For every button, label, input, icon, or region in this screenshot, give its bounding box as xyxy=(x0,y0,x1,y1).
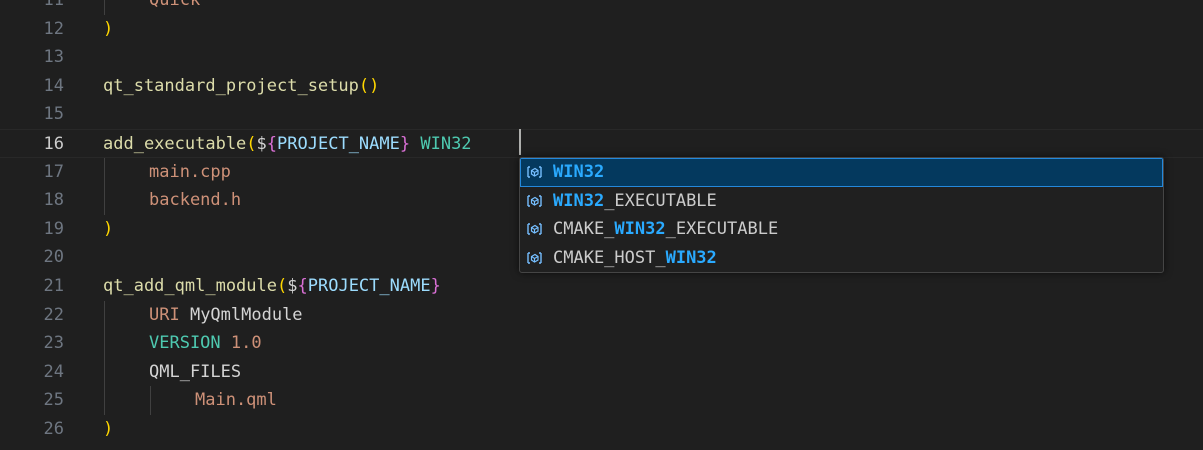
code-token: Quick xyxy=(149,0,201,10)
code-token: ) xyxy=(103,218,114,239)
code-line[interactable]: 25 Main.qml xyxy=(0,386,1203,415)
variable-icon xyxy=(527,166,542,178)
code-line[interactable]: 11 Quick xyxy=(0,0,1203,15)
line-number: 21 xyxy=(43,276,64,296)
line-content: Quick xyxy=(149,0,200,15)
code-token: VERSION xyxy=(149,333,221,354)
line-content: add_executable(${PROJECT_NAME} WIN32 xyxy=(103,130,472,159)
line-number: 19 xyxy=(43,218,64,239)
line-content: ) xyxy=(103,15,113,44)
code-line[interactable]: 26) xyxy=(0,415,1203,444)
line-content: ) xyxy=(103,215,113,244)
line-number: 24 xyxy=(43,361,64,382)
code-line[interactable]: 23 VERSION 1.0 xyxy=(0,329,1203,358)
code-token: $ xyxy=(287,276,298,296)
code-token: QML_FILES xyxy=(149,361,242,382)
line-number: 13 xyxy=(43,47,64,68)
line-number: 15 xyxy=(43,104,64,125)
suggestion-item[interactable]: WIN32 xyxy=(520,158,1163,187)
suggestion-item[interactable]: CMAKE_HOST_WIN32 xyxy=(520,244,1163,272)
code-token: 1.0 xyxy=(220,333,262,354)
code-token: } xyxy=(399,134,411,154)
suggestion-text: _EXECUTABLE xyxy=(604,190,717,211)
code-line[interactable]: 24 QML_FILES xyxy=(0,358,1203,387)
code-token: $ xyxy=(256,134,267,154)
match-highlight: WIN32 xyxy=(553,162,605,182)
line-content: ) xyxy=(103,415,113,444)
text-cursor xyxy=(519,129,521,155)
line-number: 16 xyxy=(43,134,64,154)
autocomplete-suggestions[interactable]: WIN32 WIN32_EXECUTABLE CMAKE_WIN32_EXECUTA… xyxy=(519,157,1164,273)
line-content: VERSION 1.0 xyxy=(149,329,262,358)
indent-guide xyxy=(104,0,105,15)
line-number: 18 xyxy=(43,190,64,211)
code-token: { xyxy=(297,276,308,296)
code-token: qt_standard_project_setup xyxy=(103,75,359,96)
match-highlight: WIN32 xyxy=(614,219,666,240)
line-number: 14 xyxy=(43,75,64,96)
code-token: MyQmlModule xyxy=(179,304,303,325)
code-token: main.cpp xyxy=(149,161,231,182)
code-line[interactable]: 22 URI MyQmlModule xyxy=(0,301,1203,330)
line-content: Main.qml xyxy=(195,386,277,415)
suggestion-text: CMAKE_HOST_ xyxy=(553,247,666,268)
line-number: 12 xyxy=(43,18,64,39)
suggestion-label: CMAKE_WIN32_EXECUTABLE xyxy=(553,215,778,244)
line-number: 23 xyxy=(43,333,64,354)
line-number: 11 xyxy=(43,0,64,10)
match-highlight: WIN32 xyxy=(553,190,605,211)
line-content: qt_add_qml_module(${PROJECT_NAME} xyxy=(103,272,441,301)
code-token: PROJECT_NAME xyxy=(277,134,400,154)
code-token: () xyxy=(358,75,380,96)
suggestion-text: CMAKE_ xyxy=(553,219,615,240)
code-line[interactable]: 13 xyxy=(0,43,1203,72)
indent-guide xyxy=(104,157,105,215)
code-token: WIN32 xyxy=(410,134,472,154)
suggestion-item[interactable]: CMAKE_WIN32_EXECUTABLE xyxy=(520,215,1163,244)
code-line[interactable]: 21 qt_add_qml_module(${PROJECT_NAME} xyxy=(0,272,1203,301)
code-line[interactable]: 12) xyxy=(0,15,1203,44)
line-content: QML_FILES xyxy=(149,358,241,387)
line-content: main.cpp xyxy=(149,158,231,187)
code-token: add_executable xyxy=(103,134,247,154)
suggestion-item[interactable]: WIN32_EXECUTABLE xyxy=(520,187,1163,216)
code-token: ( xyxy=(246,134,257,154)
indent-guide xyxy=(104,300,105,415)
suggestion-text: _EXECUTABLE xyxy=(665,219,779,240)
code-line[interactable]: 15 xyxy=(0,100,1203,129)
code-token: ) xyxy=(103,18,114,39)
code-token: Main.qml xyxy=(195,390,277,411)
variable-icon xyxy=(527,194,542,207)
line-number: 20 xyxy=(43,247,64,268)
code-token: ( xyxy=(277,276,288,296)
code-token: } xyxy=(430,276,441,296)
code-token: qt_add_qml_module xyxy=(103,276,277,296)
variable-icon xyxy=(527,223,542,235)
line-content: qt_standard_project_setup() xyxy=(103,72,379,101)
variable-icon xyxy=(527,252,542,264)
suggestion-label: CMAKE_HOST_WIN32 xyxy=(553,244,717,272)
code-line[interactable]: 14 qt_standard_project_setup() xyxy=(0,72,1203,101)
code-token: ) xyxy=(103,419,114,439)
code-token: PROJECT_NAME xyxy=(307,276,431,296)
indent-guide xyxy=(150,386,151,415)
code-token: { xyxy=(266,134,278,154)
line-content: backend.h xyxy=(149,186,241,215)
code-token: backend.h xyxy=(149,190,242,211)
suggestion-label: WIN32 xyxy=(553,158,604,187)
line-number: 25 xyxy=(43,390,64,411)
line-number: 26 xyxy=(43,419,64,439)
code-line[interactable]: 16 add_executable(${PROJECT_NAME} WIN32 xyxy=(0,129,1203,158)
line-number: 17 xyxy=(43,161,64,182)
suggestion-label: WIN32_EXECUTABLE xyxy=(553,187,717,216)
match-highlight: WIN32 xyxy=(665,247,717,268)
line-number: 22 xyxy=(43,304,64,325)
line-content: URI MyQmlModule xyxy=(149,301,303,330)
code-token: URI xyxy=(149,304,180,325)
